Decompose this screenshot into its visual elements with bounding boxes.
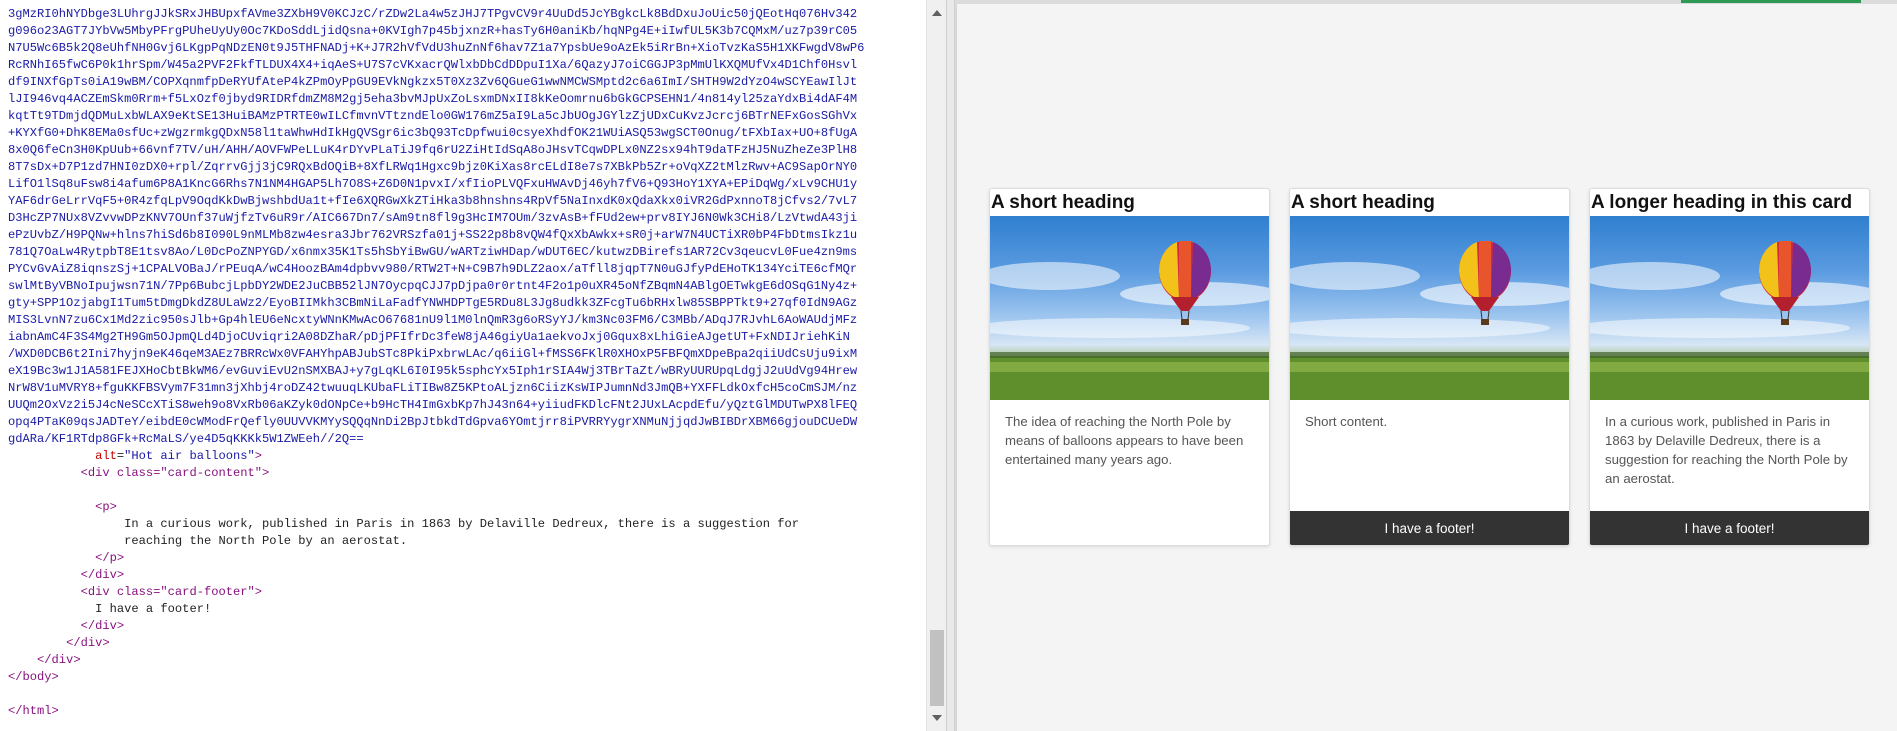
base64-line: UUQm2OxVz2i5J4cNeSCcXTiS8weh9o8VxRb06aKZ…	[8, 398, 858, 412]
card-text: Short content.	[1305, 414, 1388, 429]
card-content: The idea of reaching the North Pole by m…	[990, 400, 1269, 545]
base64-line: kqtTt9TDmjdQDMuLxbWLAX9eKtSE13HuiBAMzPTR…	[8, 109, 858, 123]
base64-image-data: 3gMzRI0hNYDbge3LUhrgJJkSRxJHBUpxfAVme3ZX…	[8, 6, 910, 448]
code-alt-attr: alt	[95, 449, 117, 463]
base64-line: lJI946vq4ACZEmSkm0Rrm+f5LxOzf0jbyd9RIDRf…	[8, 92, 858, 106]
code-card-footer-open: <div class="card-footer">	[80, 585, 263, 599]
card-heading: A short heading	[1291, 192, 1435, 213]
base64-line: NrW8V1uMVRY8+fguKKFBSVym7F31mn3jXhbj4roD…	[8, 381, 858, 395]
base64-line: D3HcZP7NUx8VZvvwDPzKNV7OUnf37uWjfzTv6uR9…	[8, 211, 858, 225]
card-1: A short heading The idea of reaching the…	[989, 188, 1270, 546]
preview-top-accent	[1681, 0, 1861, 3]
code-card-content-open: <div class="card-content">	[80, 466, 270, 480]
code-text[interactable]: 3gMzRI0hNYDbge3LUhrgJJkSRxJHBUpxfAVme3ZX…	[0, 0, 910, 731]
code-div-close-2: </div>	[80, 619, 125, 633]
scroll-up-arrow-icon[interactable]	[932, 10, 942, 16]
card-2: A short heading Short content. I have a …	[1289, 188, 1570, 546]
card-footer: I have a footer!	[1590, 511, 1869, 545]
code-body-close: </body>	[8, 670, 59, 684]
base64-line: LifO1lSq8uFsw8i4afum6P8A1KncG6Rhs7N1NM4H…	[8, 177, 858, 191]
scrollbar-thumb[interactable]	[930, 630, 944, 706]
base64-line: 781Q7OaLw4RytpbT8E1tsv8Ao/L0DcPoZNPYGD/x…	[8, 245, 858, 259]
base64-line: opq4PTaK09qsJADTeY/eibdE0cWModFrQefly0UU…	[8, 415, 858, 429]
base64-line: YAF6drGeLrrVqF5+0R4zfqLpV9OqdKkDwBjwshbd…	[8, 194, 858, 208]
card-footer: I have a footer!	[1290, 511, 1569, 545]
code-alt-value: "Hot air balloons"	[124, 449, 255, 463]
editor-vertical-scrollbar[interactable]	[926, 0, 946, 731]
code-div-close-1: </div>	[80, 568, 125, 582]
card-heading: A short heading	[991, 192, 1135, 213]
base64-line: 3gMzRI0hNYDbge3LUhrgJJkSRxJHBUpxfAVme3ZX…	[8, 7, 858, 21]
base64-line: RcRNhI65fwC6P0k1hrSpm/W45a2PVF2FkfTLDUX4…	[8, 58, 858, 72]
base64-line: PYCvGvAiZ8iqnszSj+1CPALVOBaJ/rPEuqA/wC4H…	[8, 262, 858, 276]
code-editor[interactable]: 3gMzRI0hNYDbge3LUhrgJJkSRxJHBUpxfAVme3ZX…	[0, 0, 926, 731]
base64-line: ePzUvbZ/H9PQNw+hlns7hiSd6b8I090L9nMLMb8z…	[8, 228, 858, 242]
base64-line: gty+SPP1OzjabgI1Tum5tDmgDkdZ8ULaWz2/EyoB…	[8, 296, 858, 310]
code-div-close-4: </div>	[37, 653, 81, 667]
base64-line: g096o23AGT7JYbVw5MbyPFrgPUheUyUy0Oc7KDoS…	[8, 24, 858, 38]
base64-line: df9INXfGpTs0iA19wBM/COPXqnmfpDeRYUfAteP4…	[8, 75, 858, 89]
pane-splitter[interactable]	[946, 0, 955, 731]
scroll-down-arrow-icon[interactable]	[932, 715, 942, 721]
code-html-close: </html>	[8, 704, 59, 718]
card-text: In a curious work, published in Paris in…	[1605, 414, 1848, 486]
base64-line: /WXD0DCB6t2Ini7hyjn9eK46qeM3AEz7BRRcWx0V…	[8, 347, 858, 361]
base64-line: swlMtByVBNoIpujwsn71N/7Pp6BubcjLpbDY2WDE…	[8, 279, 858, 293]
base64-line: eX19Bc3w1J1A581FEJXHoCbtBkWM6/evGuviEvU2…	[8, 364, 858, 378]
code-p-text-line2: reaching the North Pole by an aerostat.	[124, 534, 408, 548]
balloon-illustration	[1290, 241, 1569, 400]
code-p-close: </p>	[95, 551, 125, 565]
card-3: A longer heading in this card In a curio…	[1589, 188, 1870, 546]
preview-pane: A short heading The idea of reaching the…	[956, 0, 1897, 731]
hot-air-balloon-image	[1590, 216, 1869, 400]
base64-line: iabnAmC4F3S4Mg2TH9Gm5OJpmQLd4DjoCUviqri2…	[8, 330, 850, 344]
base64-line: N7U5Wc6B5k2Q8eUhfNH0Gvj6LKgpPqNDzEN0t9J5…	[8, 41, 865, 55]
base64-line: +KYXfG0+DhK8EMa0sfUc+zWgzrmkgQDxN58l1taW…	[8, 126, 858, 140]
base64-line: gdARa/KF1RTdp8GFk+RcMaLS/ye4D5qKKKk5W1ZW…	[8, 432, 364, 446]
code-p-text-line1: In a curious work, published in Paris in…	[124, 517, 800, 531]
code-div-close-3: </div>	[66, 636, 110, 650]
balloon-illustration	[990, 241, 1269, 400]
hot-air-balloon-image	[1290, 216, 1569, 400]
card-content: Short content.	[1290, 400, 1569, 511]
card-content: In a curious work, published in Paris in…	[1590, 400, 1869, 511]
base64-line: 8x0Q6feCn3H0KpUub+66vnf7TV/uH/AHH/AOVFWP…	[8, 143, 858, 157]
base64-line: 8T7sDx+D7P1zd7HNI0zDX0+rpl/ZqrrvGjj3jC9R…	[8, 160, 858, 174]
balloon-illustration	[1590, 241, 1869, 400]
code-p-open: <p>	[95, 500, 117, 514]
card-text: The idea of reaching the North Pole by m…	[1005, 414, 1244, 467]
base64-line: MIS3LvnN7zu6Cx1Md2zic950sJlb+Gp4hlEU6eNc…	[8, 313, 858, 327]
hot-air-balloon-image	[990, 216, 1269, 400]
code-footer-text: I have a footer!	[95, 602, 212, 616]
card-grid: A short heading The idea of reaching the…	[989, 188, 1870, 546]
card-heading: A longer heading in this card	[1591, 192, 1853, 213]
